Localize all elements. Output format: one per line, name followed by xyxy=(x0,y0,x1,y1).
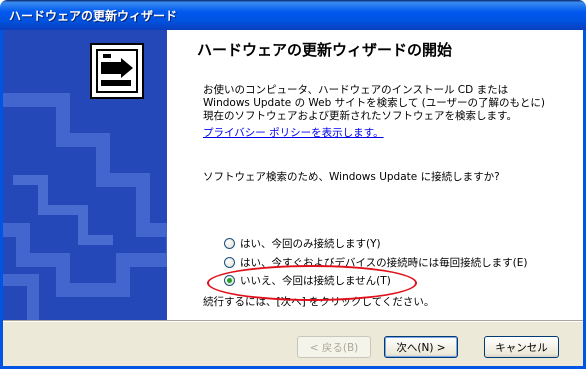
page-title: ハードウェアの更新ウィザードの開始 xyxy=(197,41,453,59)
intro-text: お使いのコンピュータ、ハードウェアのインストール CD または Windows … xyxy=(203,84,545,122)
next-button[interactable]: 次へ(N) > xyxy=(384,336,458,358)
wizard-window: ハードウェアの更新ウィザード ハードウェアの更新ウィザードの開始 お使いのコンピ… xyxy=(0,0,586,369)
window-title: ハードウェアの更新ウィザード xyxy=(9,9,178,23)
privacy-policy-link[interactable]: プライバシー ポリシーを表示します。 xyxy=(203,125,384,140)
radio-button[interactable] xyxy=(224,238,235,249)
footer-separator xyxy=(3,320,583,322)
window-frame: ハードウェアの更新ウィザードの開始 お使いのコンピュータ、ハードウェアのインスト… xyxy=(0,30,586,369)
radio-yes-this-time[interactable]: はい、今回のみ接続します(Y) xyxy=(224,236,381,251)
radio-label: はい、今回のみ接続します(Y) xyxy=(240,238,381,250)
cancel-button[interactable]: キャンセル xyxy=(484,336,559,358)
wizard-side-panel xyxy=(3,30,167,320)
highlight-annotation-oval xyxy=(207,265,417,301)
wizard-side-graphic xyxy=(3,30,167,320)
connect-question: ソフトウェア検索のため、Windows Update に接続しますか? xyxy=(203,171,500,183)
hardware-icon xyxy=(90,43,144,99)
radio-button[interactable] xyxy=(224,257,235,268)
back-button[interactable]: < 戻る(B) xyxy=(297,336,371,358)
title-bar[interactable]: ハードウェアの更新ウィザード xyxy=(0,0,586,30)
wizard-client-area: ハードウェアの更新ウィザードの開始 お使いのコンピュータ、ハードウェアのインスト… xyxy=(3,30,583,366)
